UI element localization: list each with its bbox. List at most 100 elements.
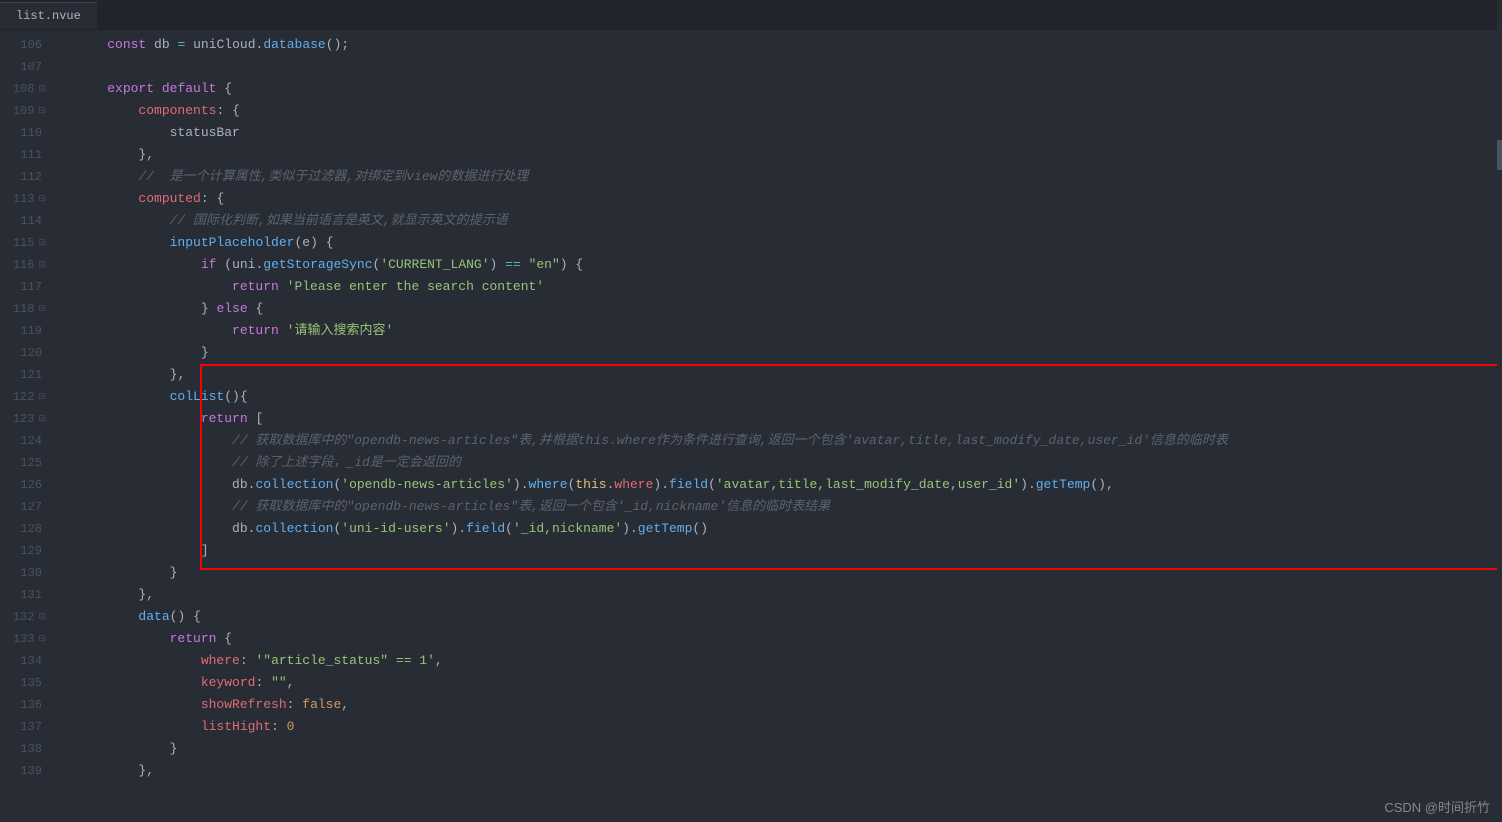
gutter-line: 127 <box>0 496 46 518</box>
gutter-line: 136 <box>0 694 46 716</box>
gutter-line: 107 <box>0 56 46 78</box>
code-line[interactable]: // 获取数据库中的"opendb-news-articles"表,并根据thi… <box>56 430 1502 452</box>
gutter-line: 132⊟ <box>0 606 46 628</box>
token: ( <box>326 37 334 52</box>
token <box>76 477 232 492</box>
fold-icon[interactable]: ⊟ <box>38 188 46 210</box>
token <box>76 741 170 756</box>
code-area[interactable]: const db = uniCloud.database(); export d… <box>56 30 1502 822</box>
code-line[interactable]: }, <box>56 364 1502 386</box>
fold-icon[interactable]: ⊟ <box>38 232 46 254</box>
gutter-line: 131 <box>0 584 46 606</box>
code-line[interactable]: } <box>56 342 1502 364</box>
code-line[interactable]: } <box>56 738 1502 760</box>
code-line[interactable]: if (uni.getStorageSync('CURRENT_LANG') =… <box>56 254 1502 276</box>
fold-icon[interactable]: ⊟ <box>38 254 46 276</box>
code-line[interactable]: }, <box>56 760 1502 782</box>
fold-icon[interactable]: ⊟ <box>38 298 46 320</box>
gutter-line: 130 <box>0 562 46 584</box>
code-line[interactable]: // 除了上述字段，_id是一定会返回的 <box>56 452 1502 474</box>
code-line[interactable] <box>56 56 1502 78</box>
line-number: 123 <box>13 408 35 430</box>
code-line[interactable]: // 是一个计算属性,类似于过滤器,对绑定到view的数据进行处理 <box>56 166 1502 188</box>
code-line[interactable]: return { <box>56 628 1502 650</box>
code-line[interactable]: }, <box>56 144 1502 166</box>
token: false <box>302 697 341 712</box>
code-line[interactable]: where: '"article_status" == 1', <box>56 650 1502 672</box>
token: ) <box>1020 477 1028 492</box>
token: . <box>521 477 529 492</box>
line-number: 135 <box>20 672 42 694</box>
fold-icon[interactable]: ⊟ <box>38 100 46 122</box>
token: getTemp <box>1036 477 1091 492</box>
token: ) <box>310 235 318 250</box>
code-line[interactable]: keyword: "", <box>56 672 1502 694</box>
code-line[interactable]: data() { <box>56 606 1502 628</box>
code-line[interactable]: statusBar <box>56 122 1502 144</box>
token <box>318 235 326 250</box>
code-line[interactable]: computed: { <box>56 188 1502 210</box>
line-number: 119 <box>20 320 42 342</box>
token: e <box>302 235 310 250</box>
line-number: 115 <box>13 232 35 254</box>
code-line[interactable]: return 'Please enter the search content' <box>56 276 1502 298</box>
fold-icon[interactable]: ⊟ <box>38 408 46 430</box>
token: getTemp <box>638 521 693 536</box>
token: 'Please enter the search content' <box>287 279 544 294</box>
token: } <box>170 741 178 756</box>
token: uni <box>232 257 255 272</box>
code-line[interactable]: // 获取数据库中的"opendb-news-articles"表,返回一个包含… <box>56 496 1502 518</box>
code-line[interactable]: components: { <box>56 100 1502 122</box>
line-number: 120 <box>20 342 42 364</box>
code-line[interactable]: return '请输入搜索内容' <box>56 320 1502 342</box>
code-line[interactable]: return [ <box>56 408 1502 430</box>
fold-icon[interactable]: ⊟ <box>38 386 46 408</box>
token: db <box>232 521 248 536</box>
code-line[interactable]: } else { <box>56 298 1502 320</box>
token <box>76 345 201 360</box>
fold-icon[interactable]: ⊟ <box>38 606 46 628</box>
line-number: 138 <box>20 738 42 760</box>
token: ; <box>341 37 349 52</box>
code-line[interactable]: showRefresh: false, <box>56 694 1502 716</box>
gutter-line: 121 <box>0 364 46 386</box>
token: '请输入搜索内容' <box>287 323 394 338</box>
gutter-line: 139 <box>0 760 46 782</box>
code-line[interactable]: inputPlaceholder(e) { <box>56 232 1502 254</box>
token: { <box>224 81 232 96</box>
line-number: 136 <box>20 694 42 716</box>
line-number: 127 <box>20 496 42 518</box>
token: ) <box>560 257 568 272</box>
token: ( <box>224 389 232 404</box>
code-line[interactable]: }, <box>56 584 1502 606</box>
code-line[interactable]: } <box>56 562 1502 584</box>
file-tab[interactable]: list.nvue <box>0 2 97 29</box>
token <box>76 257 201 272</box>
token <box>279 719 287 734</box>
code-line[interactable]: ] <box>56 540 1502 562</box>
code-line[interactable]: listHight: 0 <box>56 716 1502 738</box>
token <box>76 631 170 646</box>
token <box>76 521 232 536</box>
token: // 获取数据库中的"opendb-news-articles"表,返回一个包含… <box>232 499 830 514</box>
token: return <box>170 631 217 646</box>
token: ] <box>201 543 209 558</box>
code-line[interactable]: export default { <box>56 78 1502 100</box>
token <box>76 763 138 778</box>
token <box>76 81 107 96</box>
code-line[interactable]: colList(){ <box>56 386 1502 408</box>
line-number: 121 <box>20 364 42 386</box>
code-line[interactable]: // 国际化判断,如果当前语言是英文,就显示英文的提示语 <box>56 210 1502 232</box>
fold-icon[interactable]: ⊟ <box>38 78 46 100</box>
token <box>76 697 201 712</box>
code-line[interactable]: const db = uniCloud.database(); <box>56 34 1502 56</box>
code-line[interactable]: db.collection('opendb-news-articles').wh… <box>56 474 1502 496</box>
line-number: 128 <box>20 518 42 540</box>
fold-icon[interactable]: ⊟ <box>38 628 46 650</box>
token <box>76 565 170 580</box>
code-line[interactable]: db.collection('uni-id-users').field('_id… <box>56 518 1502 540</box>
token: '_id,nickname' <box>513 521 622 536</box>
token: // 除了上述字段，_id是一定会返回的 <box>232 455 461 470</box>
token: , <box>341 697 349 712</box>
gutter-line: 123⊟ <box>0 408 46 430</box>
